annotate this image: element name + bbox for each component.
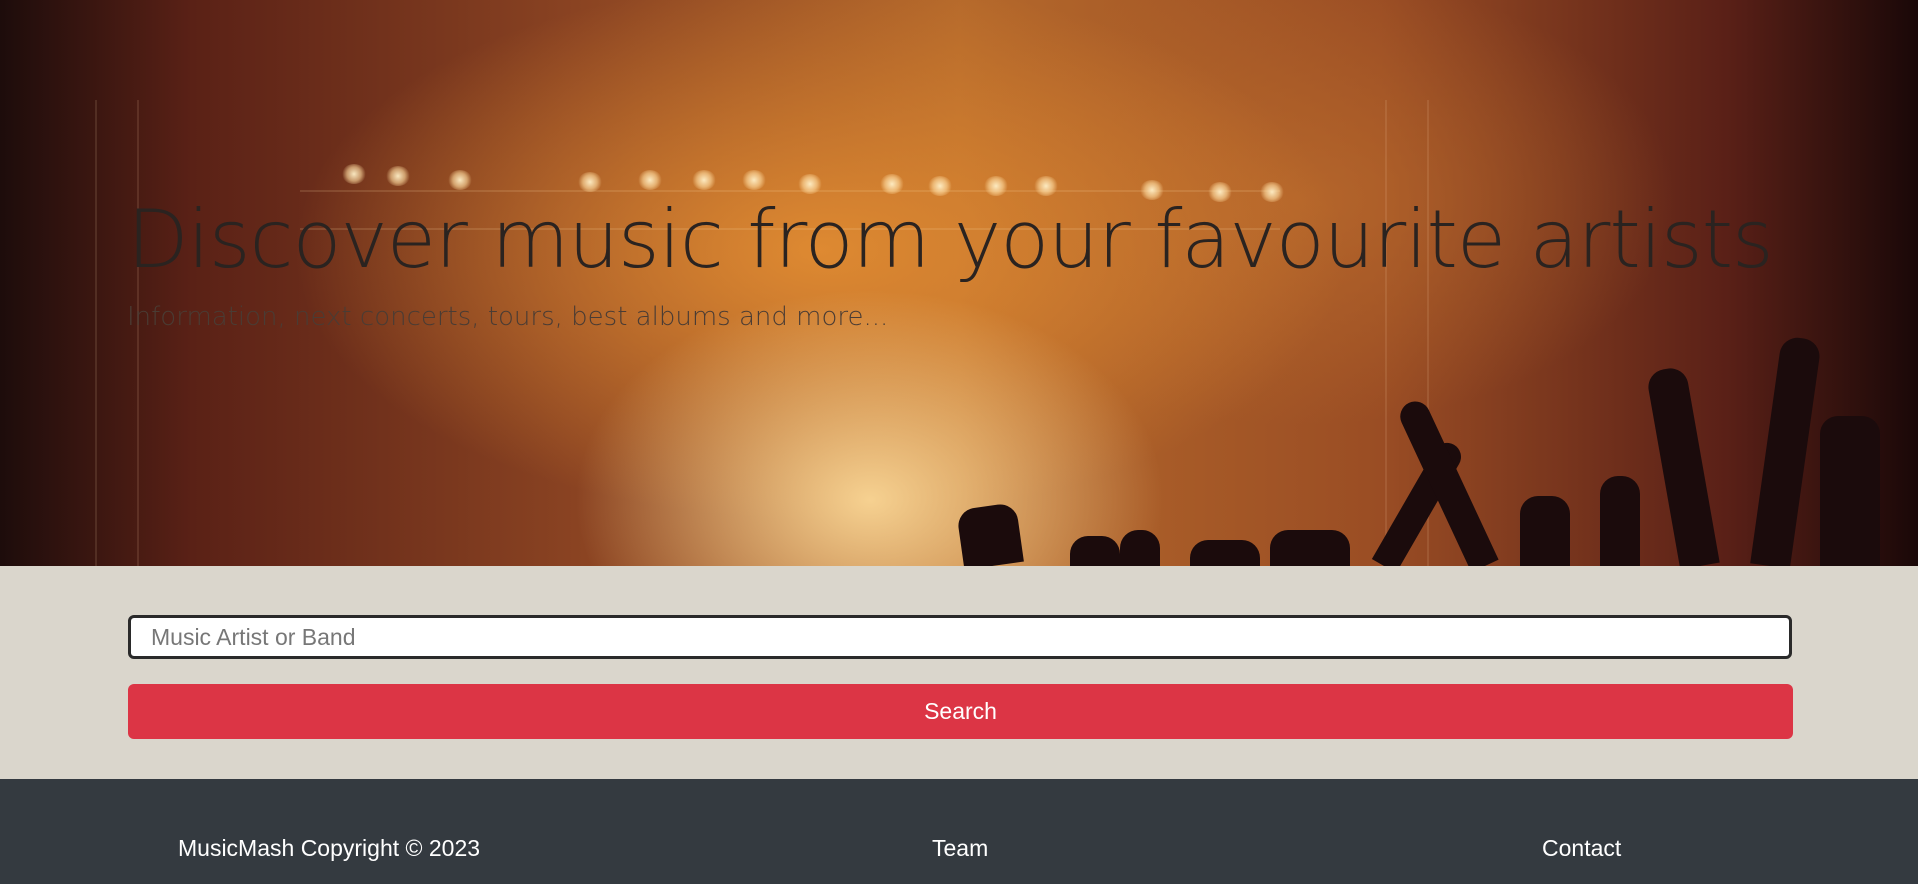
stage-light	[798, 174, 822, 194]
footer-link-team[interactable]: Team	[932, 835, 988, 862]
crowd-silhouette	[1120, 530, 1160, 566]
artist-search-input[interactable]	[128, 615, 1792, 659]
stage-light	[692, 170, 716, 190]
crowd-silhouette	[1750, 335, 1822, 566]
hero-title: Discover music from your favourite artis…	[127, 193, 1774, 286]
crowd-silhouette	[1190, 540, 1260, 566]
crowd-silhouette	[1820, 416, 1880, 566]
footer: MusicMash Copyright © 2023 Team Contact	[0, 779, 1918, 884]
search-section: Search	[0, 566, 1918, 779]
stage-light	[342, 164, 366, 184]
stage-light	[448, 170, 472, 190]
crowd-silhouette	[1070, 536, 1120, 566]
stage-light	[880, 174, 904, 194]
crowd-silhouette	[1600, 476, 1640, 566]
crowd-silhouette	[1645, 365, 1720, 566]
footer-copyright: MusicMash Copyright © 2023	[178, 835, 481, 861]
stage-truss-left	[95, 100, 139, 566]
stage-light	[578, 172, 602, 192]
crowd-silhouette	[956, 502, 1024, 566]
hero-subtitle: Information, next concerts, tours, best …	[127, 302, 889, 332]
crowd-silhouette	[1520, 496, 1570, 566]
stage-light	[742, 170, 766, 190]
crowd-silhouette	[1270, 530, 1350, 566]
footer-link-contact[interactable]: Contact	[1542, 835, 1621, 862]
search-button[interactable]: Search	[128, 684, 1793, 739]
stage-light	[638, 170, 662, 190]
stage-light	[386, 166, 410, 186]
hero-banner: Discover music from your favourite artis…	[0, 0, 1918, 566]
